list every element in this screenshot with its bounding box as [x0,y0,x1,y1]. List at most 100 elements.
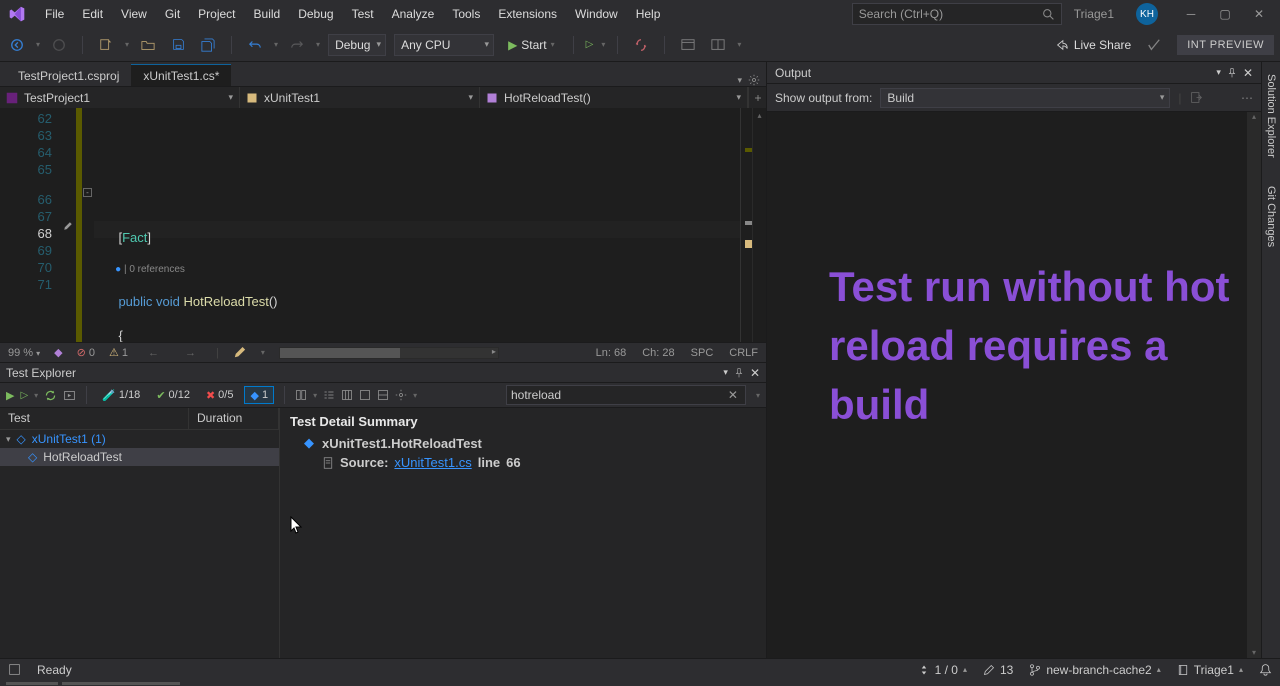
track-changes-icon[interactable] [233,347,247,359]
passed-tests-count[interactable]: ✔0/12 [151,386,195,404]
window-position-icon[interactable]: ▾ [1216,67,1221,78]
menu-git[interactable]: Git [156,3,189,25]
te-columns-icon[interactable] [341,389,353,401]
menu-edit[interactable]: Edit [73,3,112,25]
menu-build[interactable]: Build [245,3,290,25]
clear-search-icon[interactable]: ✕ [725,388,741,402]
nav-back-icon[interactable] [6,34,28,56]
te-collapse-icon[interactable] [377,389,389,401]
menu-debug[interactable]: Debug [289,3,342,25]
status-branch[interactable]: new-branch-cache2 ▴ [1029,663,1160,677]
start-no-debug-icon[interactable]: ▷ [586,39,594,50]
maximize-button[interactable]: ▢ [1210,4,1240,24]
layout-icon[interactable] [707,34,729,56]
run-icon[interactable]: ▷ [20,390,28,401]
dropdown-arrow-icon[interactable]: ▾ [601,40,605,49]
nav-method-dropdown[interactable]: HotReloadTest() [480,87,748,108]
output-settings-icon[interactable]: ⋯ [1241,91,1253,105]
dropdown-arrow-icon[interactable]: ▾ [316,40,320,49]
save-icon[interactable] [167,34,189,56]
code-editor[interactable]: 62 63 64 65 66 67 68 69 70 71 - [0,108,766,342]
run-all-icon[interactable]: ▶ [6,389,14,402]
menu-analyze[interactable]: Analyze [383,3,444,25]
pin-icon[interactable] [1227,68,1237,78]
status-repo[interactable]: Triage1 ▴ [1177,663,1243,677]
notrun-tests-count[interactable]: ◆1 [244,386,274,404]
tree-node-test[interactable]: ◇ HotReloadTest [0,448,279,466]
expand-icon[interactable]: ▾ [6,434,11,445]
platform-dropdown[interactable]: Any CPU [394,34,494,56]
config-dropdown[interactable]: Debug [328,34,386,56]
tab-settings-icon[interactable] [748,74,760,86]
scroll-up-icon[interactable]: ▴ [753,108,766,122]
nav-project-dropdown[interactable]: TestProject1 [0,87,240,108]
tree-node-root[interactable]: ▾ ◇ xUnitTest1 (1) [0,430,279,448]
dropdown-arrow-icon[interactable]: ▾ [274,40,278,49]
dropdown-arrow-icon[interactable]: ▾ [36,40,40,49]
te-expand-icon[interactable] [359,389,371,401]
error-count[interactable]: ⊘ 0 [77,346,95,359]
pin-icon[interactable] [734,368,744,378]
playlist-icon[interactable] [63,389,76,402]
live-share-button[interactable]: Live Share [1055,38,1131,52]
tab-overflow-icon[interactable]: ▾ [737,75,742,86]
col-test[interactable]: Test [0,408,189,429]
close-panel-icon[interactable]: ✕ [750,366,760,380]
output-source-dropdown[interactable]: Build [880,88,1170,108]
fold-toggle-icon[interactable]: - [83,188,92,197]
dropdown-arrow-icon[interactable]: ▾ [737,40,741,49]
source-file-link[interactable]: xUnitTest1.cs [394,455,471,470]
close-button[interactable]: ✕ [1244,4,1274,24]
line-ending[interactable]: CRLF [729,347,758,359]
notifications-icon[interactable] [1259,663,1272,676]
int-preview-badge[interactable]: INT PREVIEW [1177,35,1274,55]
save-all-icon[interactable] [197,34,219,56]
te-settings-icon[interactable] [395,389,407,401]
menu-window[interactable]: Window [566,3,627,25]
menu-help[interactable]: Help [627,3,670,25]
new-item-icon[interactable] [95,34,117,56]
failed-tests-count[interactable]: ✖0/5 [201,386,239,404]
menu-extensions[interactable]: Extensions [489,3,566,25]
side-tab-solution-explorer[interactable]: Solution Explorer [1264,70,1278,162]
test-search-box[interactable]: ✕ [506,385,746,405]
nav-class-dropdown[interactable]: xUnitTest1 [240,87,480,108]
warning-count[interactable]: ⚠ 1 [109,346,128,359]
nav-fwd-arrow-icon[interactable]: → [179,347,202,359]
indent-mode[interactable]: SPC [691,347,714,359]
output-body[interactable]: Test run without hot reload requires a b… [767,112,1261,662]
redo-icon[interactable] [286,34,308,56]
dropdown-arrow-icon[interactable]: ▾ [125,40,129,49]
menu-file[interactable]: File [36,3,73,25]
code-area[interactable]: [Fact] ● | 0 references public void HotR… [94,108,740,342]
output-scrollbar[interactable]: ▴ ▾ [1247,112,1261,662]
global-search[interactable]: Search (Ctrl+Q) [852,3,1062,25]
tab-xunittest1[interactable]: xUnitTest1.cs* [131,64,231,86]
undo-icon[interactable] [244,34,266,56]
start-button[interactable]: ▶ Start ▾ [502,38,561,52]
health-icon[interactable]: ◆ [54,346,62,359]
zoom-level[interactable]: 99 % [8,347,40,359]
vertical-scrollbar[interactable]: ▴ [752,108,766,342]
split-editor-icon[interactable] [748,87,766,108]
browser-icon[interactable] [677,34,699,56]
nav-fwd-icon[interactable] [48,34,70,56]
feedback-icon[interactable] [1143,34,1165,56]
side-tab-git-changes[interactable]: Git Changes [1264,182,1278,251]
te-group-icon[interactable] [323,389,335,401]
minimize-button[interactable]: ─ [1176,4,1206,24]
status-chars[interactable]: 13 [983,663,1013,677]
menu-view[interactable]: View [112,3,156,25]
test-search-input[interactable] [511,388,725,402]
tab-csproj[interactable]: TestProject1.csproj [6,64,131,86]
hot-reload-icon[interactable] [630,34,652,56]
repeat-icon[interactable] [44,389,57,402]
status-selection[interactable]: 1 / 0 ▴ [918,663,967,677]
col-duration[interactable]: Duration [189,408,279,429]
search-options-icon[interactable]: ▾ [756,391,760,400]
window-position-icon[interactable]: ▾ [723,367,728,378]
te-view-icon[interactable] [295,389,307,401]
menu-test[interactable]: Test [343,3,383,25]
menu-project[interactable]: Project [189,3,244,25]
total-tests-count[interactable]: 🧪1/18 [97,386,145,404]
